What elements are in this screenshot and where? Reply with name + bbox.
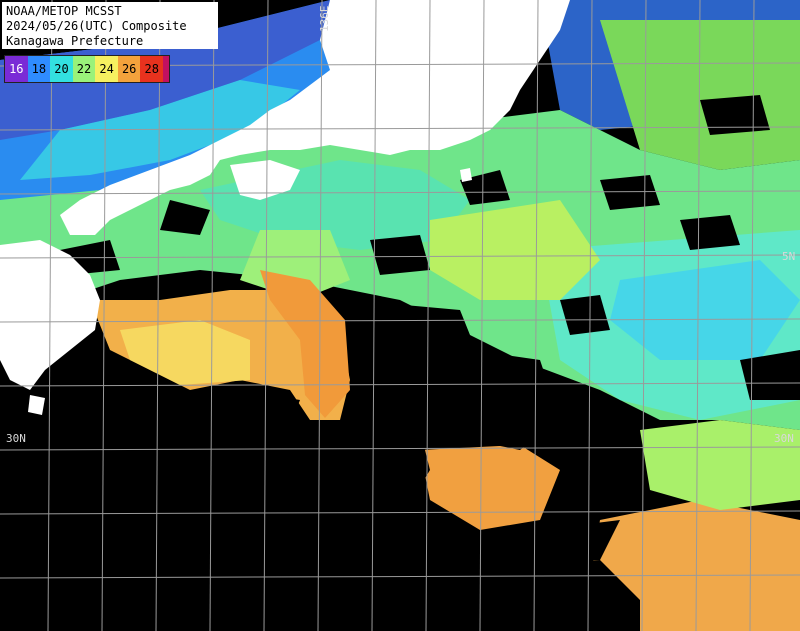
- colorbar-label: 16: [9, 62, 24, 76]
- colorbar-label: 18: [31, 62, 47, 76]
- island-land: [28, 395, 45, 415]
- colorbar-swatch: 22: [72, 56, 96, 82]
- colorbar-swatch: 18: [27, 56, 51, 82]
- longitude-label-136e: 136E: [318, 5, 331, 33]
- colorbar-label: 20: [54, 62, 69, 76]
- colorbar-label: 26: [121, 62, 137, 76]
- colorbar-label: 24: [99, 62, 114, 76]
- colorbar-swatch: 20: [50, 56, 73, 82]
- latitude-label-30n-left: 30N: [6, 432, 26, 445]
- latitude-label-right-partial: 5N: [782, 250, 796, 263]
- colorbar-label: 22: [76, 62, 92, 76]
- temperature-colorbar: 16 18 20 22 24 26 28: [4, 55, 170, 83]
- title-line-2: 2024/05/26(UTC) Composite: [6, 19, 187, 33]
- colorbar-label: 28: [144, 62, 159, 76]
- title-line-1: NOAA/METOP MCSST: [6, 4, 122, 18]
- map-title-box: NOAA/METOP MCSST 2024/05/26(UTC) Composi…: [2, 2, 218, 49]
- colorbar-end-cap: [163, 56, 170, 82]
- latitude-label-30n-right: 30N: [774, 432, 794, 445]
- colorbar-swatch: 26: [117, 56, 141, 82]
- colorbar-swatch: 28: [140, 56, 164, 82]
- title-line-3: Kanagawa Prefecture: [6, 34, 144, 48]
- sst-map: [0, 0, 800, 631]
- island-land: [460, 168, 472, 182]
- colorbar-swatch: 24: [95, 56, 118, 82]
- island-land: [318, 110, 330, 128]
- colorbar-swatch: 16: [5, 56, 28, 82]
